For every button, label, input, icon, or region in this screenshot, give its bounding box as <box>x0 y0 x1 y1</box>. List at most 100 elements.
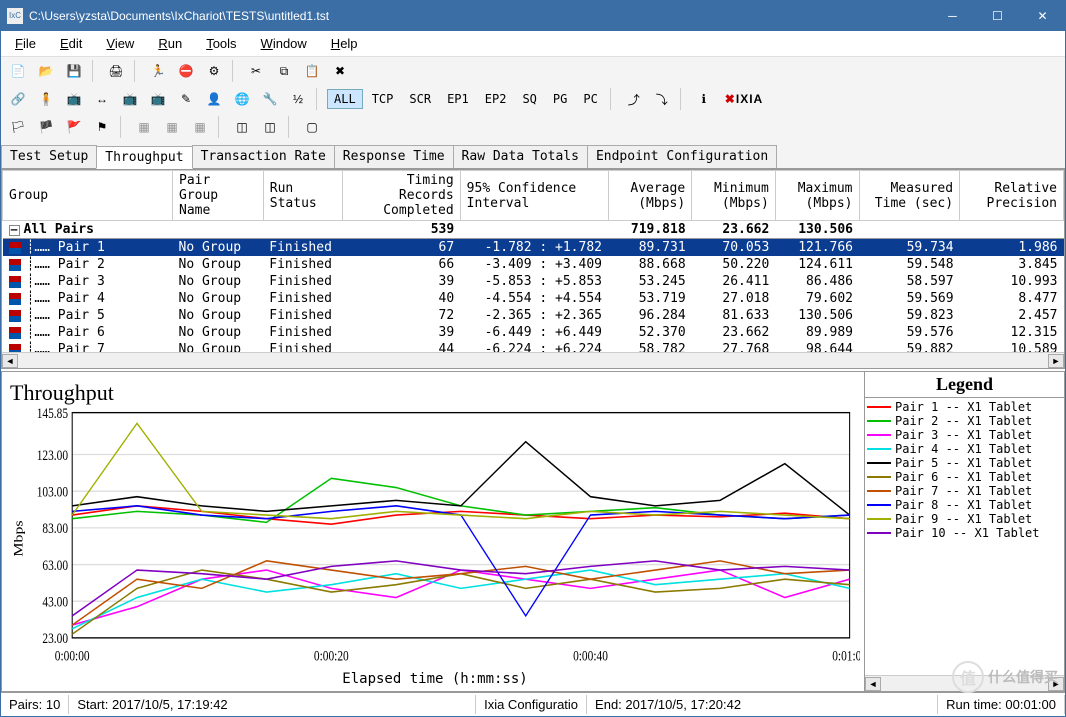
result-tabs: Test Setup Throughput Transaction Rate R… <box>1 141 1065 169</box>
legend-item[interactable]: Pair 6 -- X1 Tablet <box>867 470 1062 484</box>
chart-plot[interactable]: 23.0043.0063.0083.00103.00123.00145.850:… <box>10 406 860 671</box>
table-row[interactable]: ┊…… Pair 1 No GroupFinished67-1.782 : +1… <box>3 239 1064 257</box>
save-icon[interactable]: 💾 <box>61 59 87 83</box>
col-max[interactable]: Maximum (Mbps) <box>775 171 859 221</box>
legend-item[interactable]: Pair 5 -- X1 Tablet <box>867 456 1062 470</box>
out-icon[interactable]: ⤴ <box>621 87 647 111</box>
scroll-left-icon[interactable]: ◄ <box>865 677 881 691</box>
paste-icon[interactable]: 📋 <box>299 59 325 83</box>
legend-item[interactable]: Pair 9 -- X1 Tablet <box>867 512 1062 526</box>
col-records[interactable]: Timing Records Completed <box>343 171 460 221</box>
legend-item[interactable]: Pair 1 -- X1 Tablet <box>867 400 1062 414</box>
tv1-icon[interactable]: 📺 <box>61 87 87 111</box>
tv3-icon[interactable]: 📺 <box>145 87 171 111</box>
close-button[interactable]: ✕ <box>1020 1 1065 31</box>
filter-scr[interactable]: SCR <box>402 89 438 109</box>
grid-scroll-h[interactable]: ◄ ► <box>2 352 1064 368</box>
flag2-icon[interactable]: 🏴 <box>33 115 59 139</box>
table-row[interactable]: ┊…… Pair 6 No GroupFinished39-6.449 : +6… <box>3 324 1064 341</box>
status-pairs: Pairs: 10 <box>1 695 69 714</box>
filter-pc[interactable]: PC <box>576 89 604 109</box>
print-icon[interactable]: 🖨 <box>103 59 129 83</box>
maximize-button[interactable]: ☐ <box>975 1 1020 31</box>
in-icon[interactable]: ⤵ <box>649 87 675 111</box>
tab-response-time[interactable]: Response Time <box>334 145 454 168</box>
menu-run[interactable]: Run <box>148 34 192 53</box>
grp2-icon[interactable]: ▦ <box>159 115 185 139</box>
filter-all[interactable]: ALL <box>327 89 363 109</box>
filter-ep1[interactable]: EP1 <box>440 89 476 109</box>
table-row[interactable]: ┊…… Pair 5 No GroupFinished72-2.365 : +2… <box>3 307 1064 324</box>
flag3-icon[interactable]: 🚩 <box>61 115 87 139</box>
flow-icon[interactable]: ↔ <box>89 87 115 111</box>
menu-view[interactable]: View <box>96 34 144 53</box>
grp1-icon[interactable]: ▦ <box>131 115 157 139</box>
legend-item[interactable]: Pair 2 -- X1 Tablet <box>867 414 1062 428</box>
edit-icon[interactable]: ✎ <box>173 87 199 111</box>
flag4-icon[interactable]: ⚑ <box>89 115 115 139</box>
diag1-icon[interactable]: ◫ <box>229 115 255 139</box>
filter-tcp[interactable]: TCP <box>365 89 401 109</box>
minimize-button[interactable]: ─ <box>930 1 975 31</box>
flag1-icon[interactable]: 🏳 <box>5 115 31 139</box>
col-min[interactable]: Minimum (Mbps) <box>692 171 776 221</box>
tab-raw-data[interactable]: Raw Data Totals <box>453 145 588 168</box>
stop-icon[interactable]: ⛔ <box>173 59 199 83</box>
col-group[interactable]: Group <box>3 171 173 221</box>
legend-item[interactable]: Pair 3 -- X1 Tablet <box>867 428 1062 442</box>
cfg-icon[interactable]: 🔧 <box>257 87 283 111</box>
info-icon[interactable]: ℹ <box>691 87 717 111</box>
cut-icon[interactable]: ✂ <box>243 59 269 83</box>
tab-transaction-rate[interactable]: Transaction Rate <box>192 145 335 168</box>
net-icon[interactable]: 🌐 <box>229 87 255 111</box>
scroll-right-icon[interactable]: ► <box>1048 677 1064 691</box>
legend-item[interactable]: Pair 7 -- X1 Tablet <box>867 484 1062 498</box>
open-icon[interactable]: 📂 <box>33 59 59 83</box>
scroll-left-icon[interactable]: ◄ <box>2 354 18 368</box>
legend-item[interactable]: Pair 8 -- X1 Tablet <box>867 498 1062 512</box>
node-icon[interactable]: 🧍 <box>33 87 59 111</box>
legend-item[interactable]: Pair 4 -- X1 Tablet <box>867 442 1062 456</box>
legend-scroll-h[interactable]: ◄ ► <box>865 675 1064 691</box>
col-avg[interactable]: Average (Mbps) <box>608 171 692 221</box>
box-icon[interactable]: ▢ <box>299 115 325 139</box>
filter-ep2[interactable]: EP2 <box>478 89 514 109</box>
diag2-icon[interactable]: ◫ <box>257 115 283 139</box>
table-row[interactable]: ┊…… Pair 7 No GroupFinished44-6.224 : +6… <box>3 341 1064 352</box>
table-row[interactable]: ┊…… Pair 2 No GroupFinished66-3.409 : +3… <box>3 256 1064 273</box>
run-icon[interactable]: 🏃 <box>145 59 171 83</box>
scroll-right-icon[interactable]: ► <box>1048 354 1064 368</box>
col-time[interactable]: Measured Time (sec) <box>859 171 960 221</box>
tab-test-setup[interactable]: Test Setup <box>1 145 97 168</box>
tv2-icon[interactable]: 📺 <box>117 87 143 111</box>
col-pair-group[interactable]: Pair Group Name <box>173 171 264 221</box>
status-start: Start: 2017/10/5, 17:19:42 <box>69 695 476 714</box>
col-prec[interactable]: Relative Precision <box>960 171 1064 221</box>
results-grid: Group Pair Group Name Run Status Timing … <box>1 169 1065 369</box>
col-ci[interactable]: 95% Confidence Interval <box>460 171 608 221</box>
pair-icon[interactable]: 🔗 <box>5 87 31 111</box>
tab-endpoint-config[interactable]: Endpoint Configuration <box>587 145 777 168</box>
menu-edit[interactable]: Edit <box>50 34 92 53</box>
tool-icon[interactable]: ⚙ <box>201 59 227 83</box>
col-run-status[interactable]: Run Status <box>263 171 342 221</box>
pair-icon <box>9 242 21 254</box>
filter-sq[interactable]: SQ <box>515 89 543 109</box>
column-headers: Group Pair Group Name Run Status Timing … <box>3 171 1064 221</box>
tab-throughput[interactable]: Throughput <box>96 146 192 169</box>
menu-tools[interactable]: Tools <box>196 34 246 53</box>
grp3-icon[interactable]: ▦ <box>187 115 213 139</box>
delete-icon[interactable]: ✖ <box>327 59 353 83</box>
copy-icon[interactable]: ⧉ <box>271 59 297 83</box>
filter-pg[interactable]: PG <box>546 89 574 109</box>
menu-help[interactable]: Help <box>321 34 368 53</box>
user-icon[interactable]: 👤 <box>201 87 227 111</box>
legend-item[interactable]: Pair 10 -- X1 Tablet <box>867 526 1062 540</box>
table-row[interactable]: ┊…… Pair 3 No GroupFinished39-5.853 : +5… <box>3 273 1064 290</box>
table-row[interactable]: ┊…… Pair 4 No GroupFinished40-4.554 : +4… <box>3 290 1064 307</box>
summary-row[interactable]: –All Pairs 539719.818 23.662130.506 <box>3 221 1064 239</box>
num-icon[interactable]: ½ <box>285 87 311 111</box>
menu-file[interactable]: File <box>5 34 46 53</box>
new-icon[interactable]: 📄 <box>5 59 31 83</box>
menu-window[interactable]: Window <box>251 34 317 53</box>
